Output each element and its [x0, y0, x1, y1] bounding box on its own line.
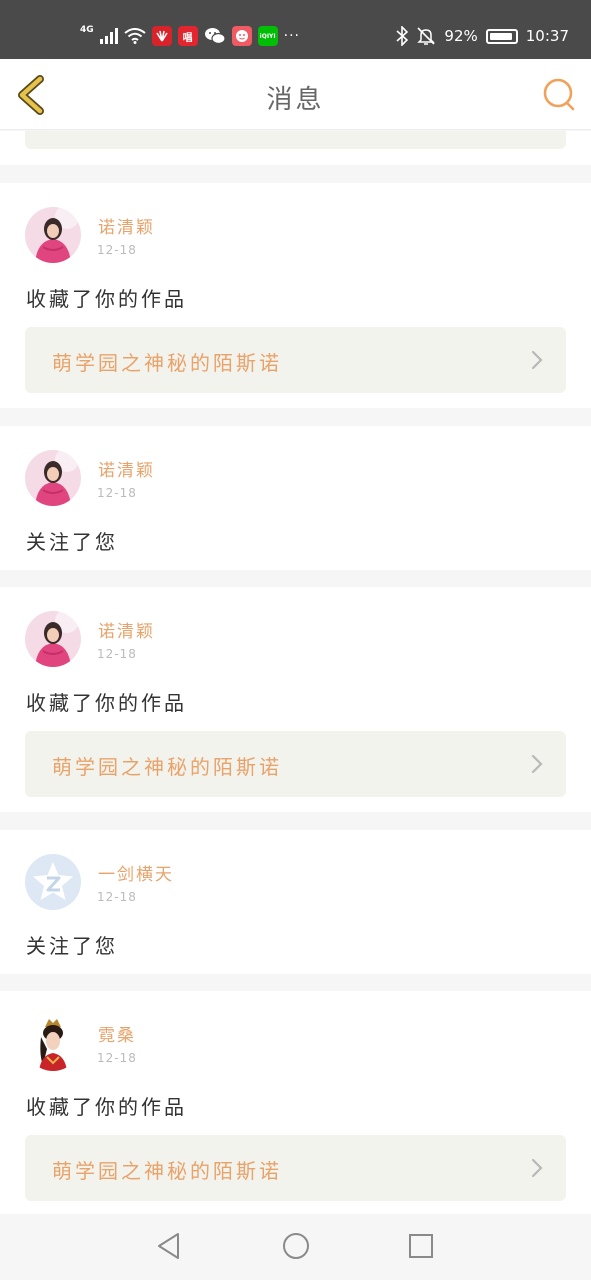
work-card[interactable] [25, 131, 566, 149]
list-item[interactable]: 一剑横天 12-18 关注了您 [0, 830, 591, 974]
huawei-icon [151, 26, 172, 46]
chevron-right-icon [531, 350, 543, 370]
action-text: 收藏了你的作品 [26, 287, 187, 311]
default-star-avatar [25, 854, 81, 910]
list-item[interactable]: 诺清颖 12-18 收藏了你的作品 萌学园之神秘的陌斯诺 [0, 183, 591, 408]
status-time: 10:37 [525, 27, 569, 45]
iqiyi-icon: iQIYI [257, 26, 278, 46]
action-text: 关注了您 [26, 934, 118, 958]
user-name[interactable]: 诺清颖 [98, 456, 155, 481]
mute-bell-icon [417, 27, 436, 45]
work-title: 萌学园之神秘的陌斯诺 [52, 351, 282, 375]
search-button[interactable] [541, 76, 577, 112]
network-type: 4G [80, 25, 94, 35]
list-item [0, 131, 591, 165]
chevron-right-icon [531, 754, 543, 774]
status-bar: 4G 唱 iQIYI ··· 92% 10:37 [0, 0, 591, 59]
avatar[interactable] [25, 207, 81, 263]
chevron-right-icon [531, 1158, 543, 1178]
user-name[interactable]: 诺清颖 [98, 213, 155, 238]
mascot-app-icon [231, 26, 252, 46]
app-header: 消息 [0, 59, 591, 130]
message-date: 12-18 [97, 647, 137, 661]
user-name[interactable]: 一剑横天 [98, 860, 174, 885]
message-date: 12-18 [97, 243, 137, 257]
avatar[interactable] [25, 450, 81, 506]
girl-pink-avatar [25, 611, 81, 667]
circle-home-icon[interactable] [281, 1231, 311, 1261]
search-icon [543, 78, 575, 111]
message-date: 12-18 [97, 486, 137, 500]
triangle-back-icon[interactable] [154, 1231, 184, 1261]
work-card[interactable]: 萌学园之神秘的陌斯诺 [25, 327, 566, 393]
costume-lady-avatar [25, 1015, 81, 1071]
cellular-signal-icon [99, 28, 118, 44]
user-name[interactable]: 诺清颖 [98, 617, 155, 642]
battery-fill [489, 32, 512, 40]
work-card[interactable]: 萌学园之神秘的陌斯诺 [25, 731, 566, 797]
work-title: 萌学园之神秘的陌斯诺 [52, 1159, 282, 1183]
bluetooth-icon [396, 26, 409, 46]
status-right: 92% 10:37 [396, 24, 569, 48]
avatar[interactable] [25, 1015, 81, 1071]
iqiyi-label: iQIYI [259, 32, 276, 40]
list-item[interactable]: 霓桑 12-18 收藏了你的作品 萌学园之神秘的陌斯诺 [0, 991, 591, 1214]
message-feed[interactable]: 诺清颖 12-18 收藏了你的作品 萌学园之神秘的陌斯诺 诺清颖 12-18 关… [0, 131, 591, 1214]
page-title: 消息 [266, 85, 325, 115]
wechat-icon [204, 28, 226, 45]
message-date: 12-18 [97, 1051, 137, 1065]
work-title: 萌学园之神秘的陌斯诺 [52, 755, 282, 779]
action-text: 关注了您 [26, 530, 118, 554]
avatar[interactable] [25, 854, 81, 910]
battery-icon [485, 28, 518, 44]
action-text: 收藏了你的作品 [26, 691, 187, 715]
status-left: 4G 唱 iQIYI ··· [80, 24, 300, 48]
list-item[interactable]: 诺清颖 12-18 收藏了你的作品 萌学园之神秘的陌斯诺 [0, 587, 591, 812]
work-card[interactable]: 萌学园之神秘的陌斯诺 [25, 1135, 566, 1201]
message-date: 12-18 [97, 890, 137, 904]
avatar[interactable] [25, 611, 81, 667]
more-notifications-icon: ··· [283, 28, 301, 44]
user-name[interactable]: 霓桑 [98, 1021, 136, 1046]
system-nav-bar [0, 1214, 591, 1280]
girl-pink-avatar [25, 450, 81, 506]
chang-app-icon: 唱 [177, 26, 198, 46]
action-text: 收藏了你的作品 [26, 1095, 187, 1119]
square-recents-icon[interactable] [406, 1231, 436, 1261]
girl-pink-avatar [25, 207, 81, 263]
battery-percent: 92% [444, 27, 478, 45]
wifi-icon [124, 28, 146, 44]
list-item[interactable]: 诺清颖 12-18 关注了您 [0, 426, 591, 570]
